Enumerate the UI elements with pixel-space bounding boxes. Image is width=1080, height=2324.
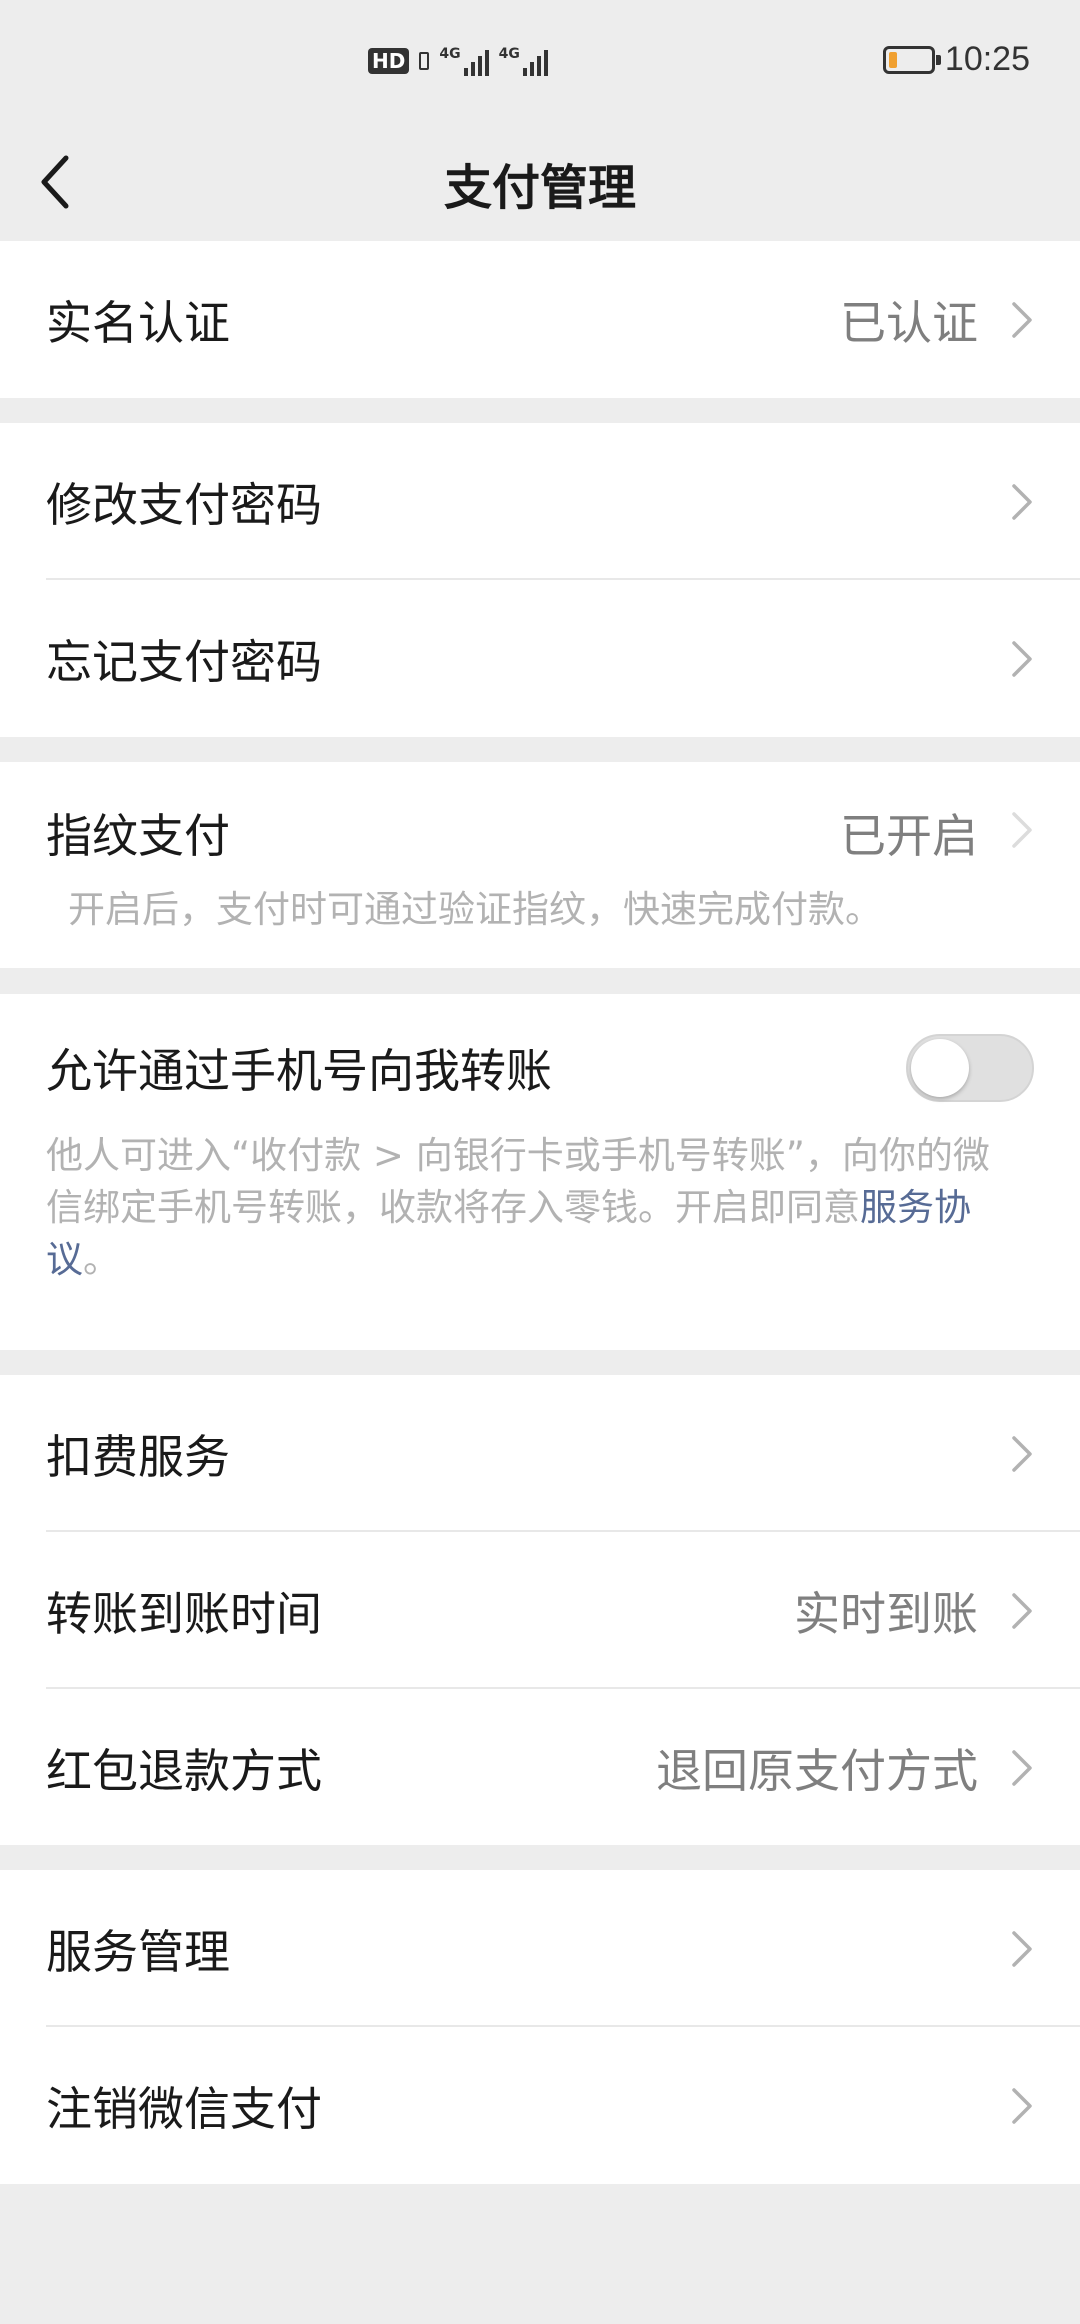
description-text: 。 [83,1238,120,1281]
transfer-arrival-row[interactable]: 转账到账时间 实时到账 [0,1532,1080,1689]
red-packet-refund-label: 红包退款方式 [46,1743,322,1798]
chevron-right-icon [1012,301,1032,338]
hd-icon: HD [368,48,410,74]
nav-bar: 支付管理 [0,130,1080,240]
service-agreement-link[interactable]: 服务协 [860,1186,971,1229]
fingerprint-status: 已开启 [840,809,978,863]
phone-transfer-row: 允许通过手机号向我转账 [0,994,1080,1142]
network-indicators: HD 4G 4G [368,46,548,76]
change-password-row[interactable]: 修改支付密码 [0,423,1080,580]
fingerprint-row[interactable]: 指纹支付 已开启 [0,762,1080,898]
fingerprint-description: 开启后，支付时可通过验证指纹，快速完成付款。 [68,888,882,931]
phone-transfer-label: 允许通过手机号向我转账 [46,1044,552,1098]
description-line: 信绑定手机号转账，收款将存入零钱。开启即同意服务协 [46,1182,1046,1234]
cancel-wechat-pay-label: 注销微信支付 [46,2081,322,2136]
red-packet-refund-value: 退回原支付方式 [656,1743,978,1798]
fingerprint-group: 指纹支付 已开启 开启后，支付时可通过验证指纹，快速完成付款。 [0,762,1080,968]
chevron-right-icon [1012,640,1032,677]
fingerprint-label: 指纹支付 [46,809,230,863]
chevron-right-icon [1012,1749,1032,1786]
realname-label: 实名认证 [46,295,230,350]
chevron-right-icon [1012,1930,1032,1967]
chevron-right-icon [1012,483,1032,520]
manage-group: 服务管理 注销微信支付 [0,1870,1080,2184]
service-manage-row[interactable]: 服务管理 [0,1870,1080,2027]
change-password-label: 修改支付密码 [46,477,322,532]
forget-password-row[interactable]: 忘记支付密码 [0,580,1080,737]
chevron-right-icon [1012,812,1032,848]
signal-icon: 4G [499,46,548,76]
toggle-knob [911,1039,969,1097]
clock: 10:25 [944,40,1030,78]
deduct-service-row[interactable]: 扣费服务 [0,1375,1080,1532]
volte-icon [419,52,430,70]
description-line: 议。 [46,1234,1046,1286]
cancel-wechat-pay-row[interactable]: 注销微信支付 [0,2027,1080,2184]
deduct-service-label: 扣费服务 [46,1429,230,1484]
realname-status: 已认证 [840,295,978,350]
forget-password-label: 忘记支付密码 [46,634,322,689]
password-group: 修改支付密码 忘记支付密码 [0,423,1080,737]
phone-transfer-group: 允许通过手机号向我转账 他人可进入“收付款 > 向银行卡或手机号转账”，向你的微… [0,994,1080,1350]
service-agreement-link[interactable]: 议 [46,1238,83,1281]
chevron-right-icon [1012,1592,1032,1629]
red-packet-refund-row[interactable]: 红包退款方式 退回原支付方式 [0,1689,1080,1846]
service-manage-label: 服务管理 [46,1924,230,1979]
services-group: 扣费服务 转账到账时间 实时到账 红包退款方式 退回原支付方式 [0,1375,1080,1845]
signal-icon: 4G [439,46,489,76]
transfer-arrival-value: 实时到账 [794,1586,978,1641]
page-title: 支付管理 [443,160,636,216]
phone-transfer-toggle[interactable] [906,1034,1034,1102]
status-bar: HD 4G 4G 10:25 [0,0,1080,130]
transfer-arrival-label: 转账到账时间 [46,1586,322,1641]
realname-row[interactable]: 实名认证 已认证 [0,241,1080,398]
phone-transfer-description: 他人可进入“收付款 > 向银行卡或手机号转账”，向你的微 信绑定手机号转账，收款… [46,1130,1046,1286]
battery-fill [888,51,897,68]
battery-icon [882,45,941,74]
realname-group: 实名认证 已认证 [0,241,1080,398]
description-line: 他人可进入“收付款 > 向银行卡或手机号转账”，向你的微 [46,1134,990,1177]
chevron-right-icon [1012,2087,1032,2124]
description-text: 信绑定手机号转账，收款将存入零钱。开启即同意 [46,1186,860,1229]
chevron-right-icon [1012,1435,1032,1472]
status-right: 10:25 [882,40,1030,79]
